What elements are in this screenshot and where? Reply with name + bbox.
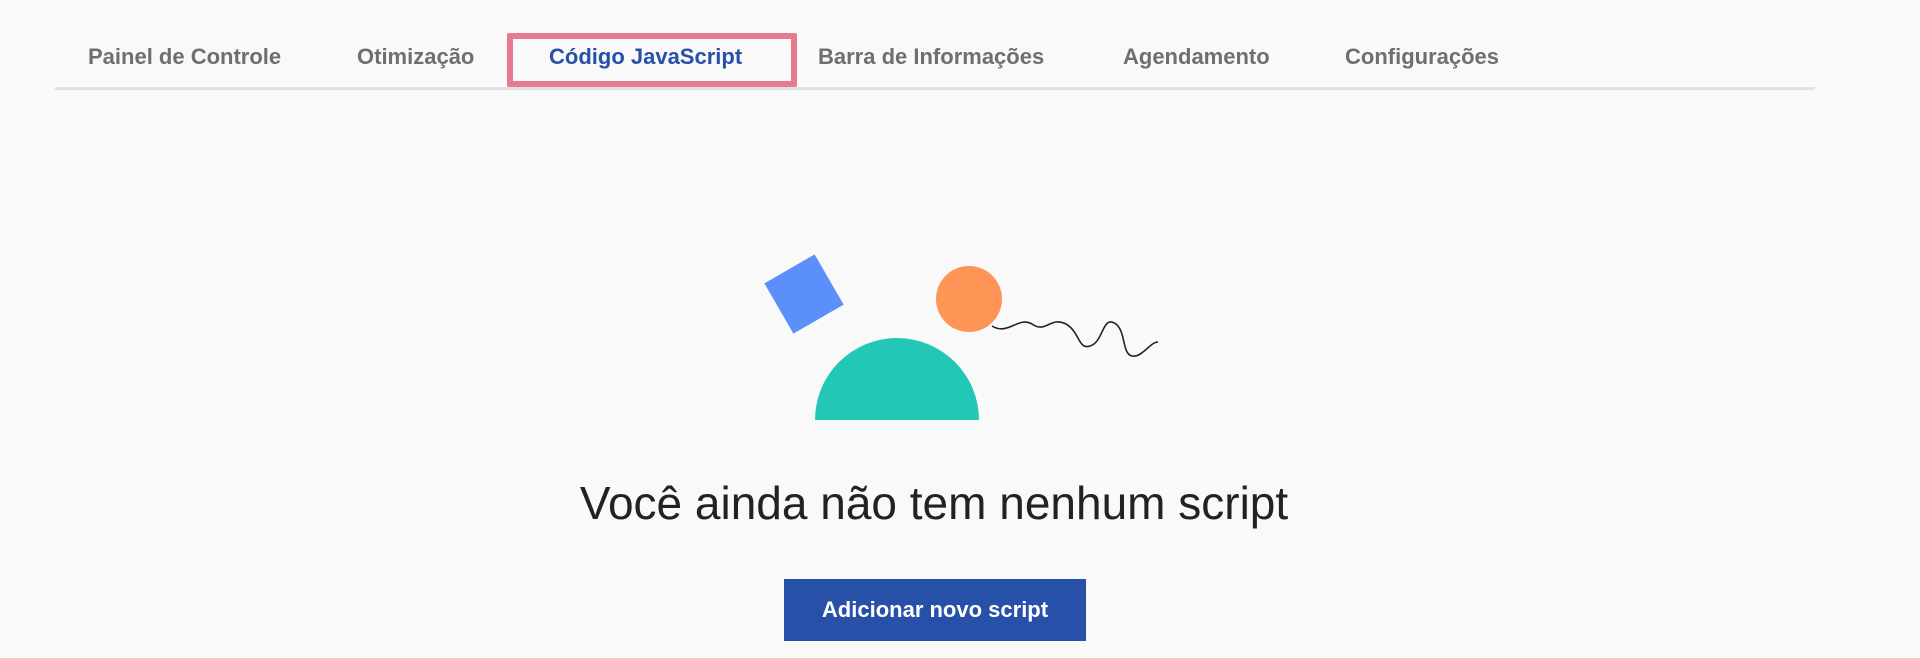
empty-state-title: Você ainda não tem nenhum script bbox=[579, 477, 1289, 529]
empty-state-illustration bbox=[764, 254, 1159, 420]
semicircle-shape bbox=[815, 338, 979, 420]
squiggle-line bbox=[991, 321, 1159, 357]
tab-configuracoes[interactable]: Configurações bbox=[1345, 44, 1499, 70]
tab-bar: Painel de Controle Otimização Código Jav… bbox=[55, 0, 1815, 90]
add-new-script-button[interactable]: Adicionar novo script bbox=[784, 579, 1086, 641]
page: Painel de Controle Otimização Código Jav… bbox=[0, 0, 1920, 658]
tab-otimizacao[interactable]: Otimização bbox=[357, 44, 474, 70]
tab-painel-de-controle[interactable]: Painel de Controle bbox=[88, 44, 281, 70]
tab-barra-de-informacoes[interactable]: Barra de Informações bbox=[818, 44, 1044, 70]
square-shape bbox=[764, 254, 844, 334]
circle-shape bbox=[936, 266, 1002, 332]
tab-agendamento[interactable]: Agendamento bbox=[1123, 44, 1270, 70]
active-tab-highlight bbox=[507, 33, 797, 87]
